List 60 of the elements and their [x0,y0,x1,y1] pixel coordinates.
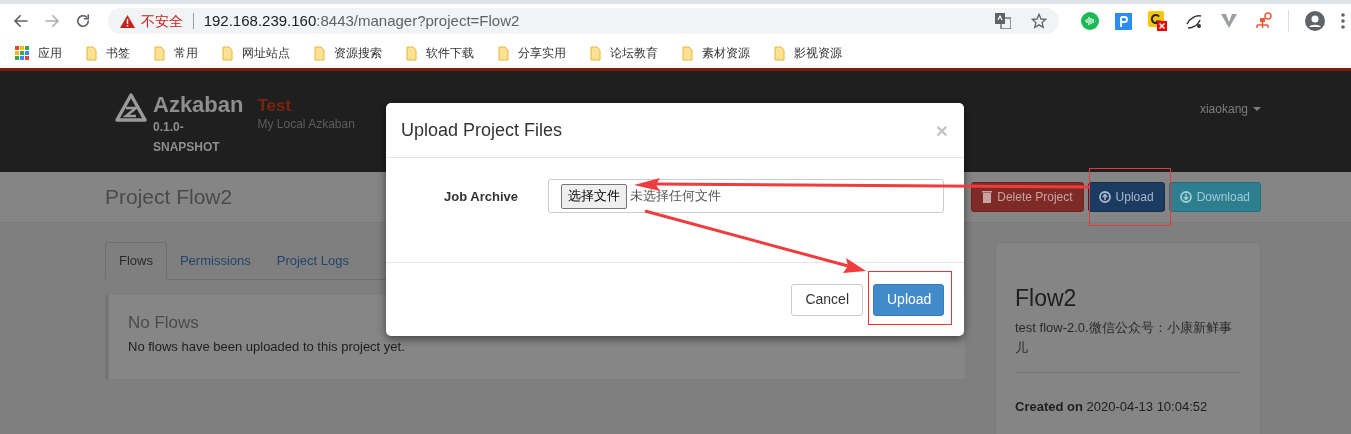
folder-icon [682,45,693,61]
dictionary-extension-icon[interactable] [1184,12,1204,30]
cancel-button[interactable]: Cancel [791,283,863,316]
bookmark-item[interactable]: 应用 [15,44,62,62]
dialog-title: Upload Project Files [401,118,563,142]
upload-button[interactable]: Upload [873,283,944,316]
choose-file-button[interactable]: 选择文件 [561,183,627,209]
bookmark-item[interactable]: 网址站点 [222,44,290,62]
field-label: Job Archive [443,188,518,206]
trash-icon [982,191,993,203]
empty-state-title: No Flows [128,313,200,333]
folder-icon [406,45,417,61]
warning-icon [119,14,135,28]
bookmark-item[interactable]: 书签 [86,44,130,62]
flow-description: test flow-2.0.微信公众号：小康新鲜事儿 [1015,318,1233,357]
empty-state-message: No flows have been uploaded to this project yet. [128,338,406,356]
folder-icon [314,45,325,61]
bookmark-item[interactable]: 常用 [154,44,198,62]
menu-dots-icon[interactable] [1341,13,1345,29]
version-text: 0.1.0-SNAPSHOT [153,119,221,156]
bookmark-item[interactable]: 素材资源 [682,44,750,62]
star-icon[interactable] [1031,13,1047,29]
bookmark-item[interactable]: 软件下载 [406,44,474,62]
waveform-extension-icon[interactable] [1081,12,1099,30]
bookmark-item[interactable]: 影视资源 [774,44,842,62]
address-bar[interactable]: 不安全 192.168.239.160:8443/manager?project=Flow2 [107,8,1059,34]
v-shape-extension-icon[interactable] [1220,13,1238,29]
upload-button[interactable]: Upload [1087,182,1165,212]
security-label: 不安全 [140,11,183,31]
down-circle-icon [1179,191,1192,203]
created-info: Created on 2020-04-13 10:04:52 [1015,397,1209,416]
hierarchy-extension-icon[interactable] [1254,12,1272,30]
tab[interactable]: Flows [105,242,167,280]
profile-icon[interactable] [1305,11,1325,31]
environment-name: Test [257,97,293,115]
user-menu[interactable]: xiaokang [1199,101,1261,117]
folder-icon [590,45,601,61]
bookmark-item[interactable]: 资源搜索 [314,44,382,62]
delete-project-button[interactable]: Delete Project [971,182,1084,212]
url-text: 192.168.239.160:8443/manager?project=Flow2 [203,10,520,31]
project-title: Project Flow2 [105,184,233,211]
folder-icon [774,45,785,61]
square-extension-icon[interactable] [1115,12,1132,30]
folder-icon [498,45,509,61]
flow-name: Flow2 [1015,284,1078,313]
file-input[interactable]: 选择文件 未选择任何文件 [548,179,944,213]
brand-name[interactable]: Azkaban [153,93,244,117]
error-badge-extension-icon[interactable] [1148,11,1168,31]
caret-icon [1253,107,1261,111]
folder-icon [222,45,233,61]
environment-description: My Local Azkaban [257,116,355,133]
bookmark-item[interactable]: 论坛教育 [590,44,658,62]
folder-icon [154,45,165,61]
apps-grid-icon [15,46,29,60]
folder-icon [86,45,97,61]
up-circle-icon [1098,191,1111,203]
file-status: 未选择任何文件 [630,187,721,206]
bookmark-item[interactable]: 分享实用 [498,44,566,62]
logo-icon [115,93,147,123]
translate-icon[interactable] [995,13,1011,29]
